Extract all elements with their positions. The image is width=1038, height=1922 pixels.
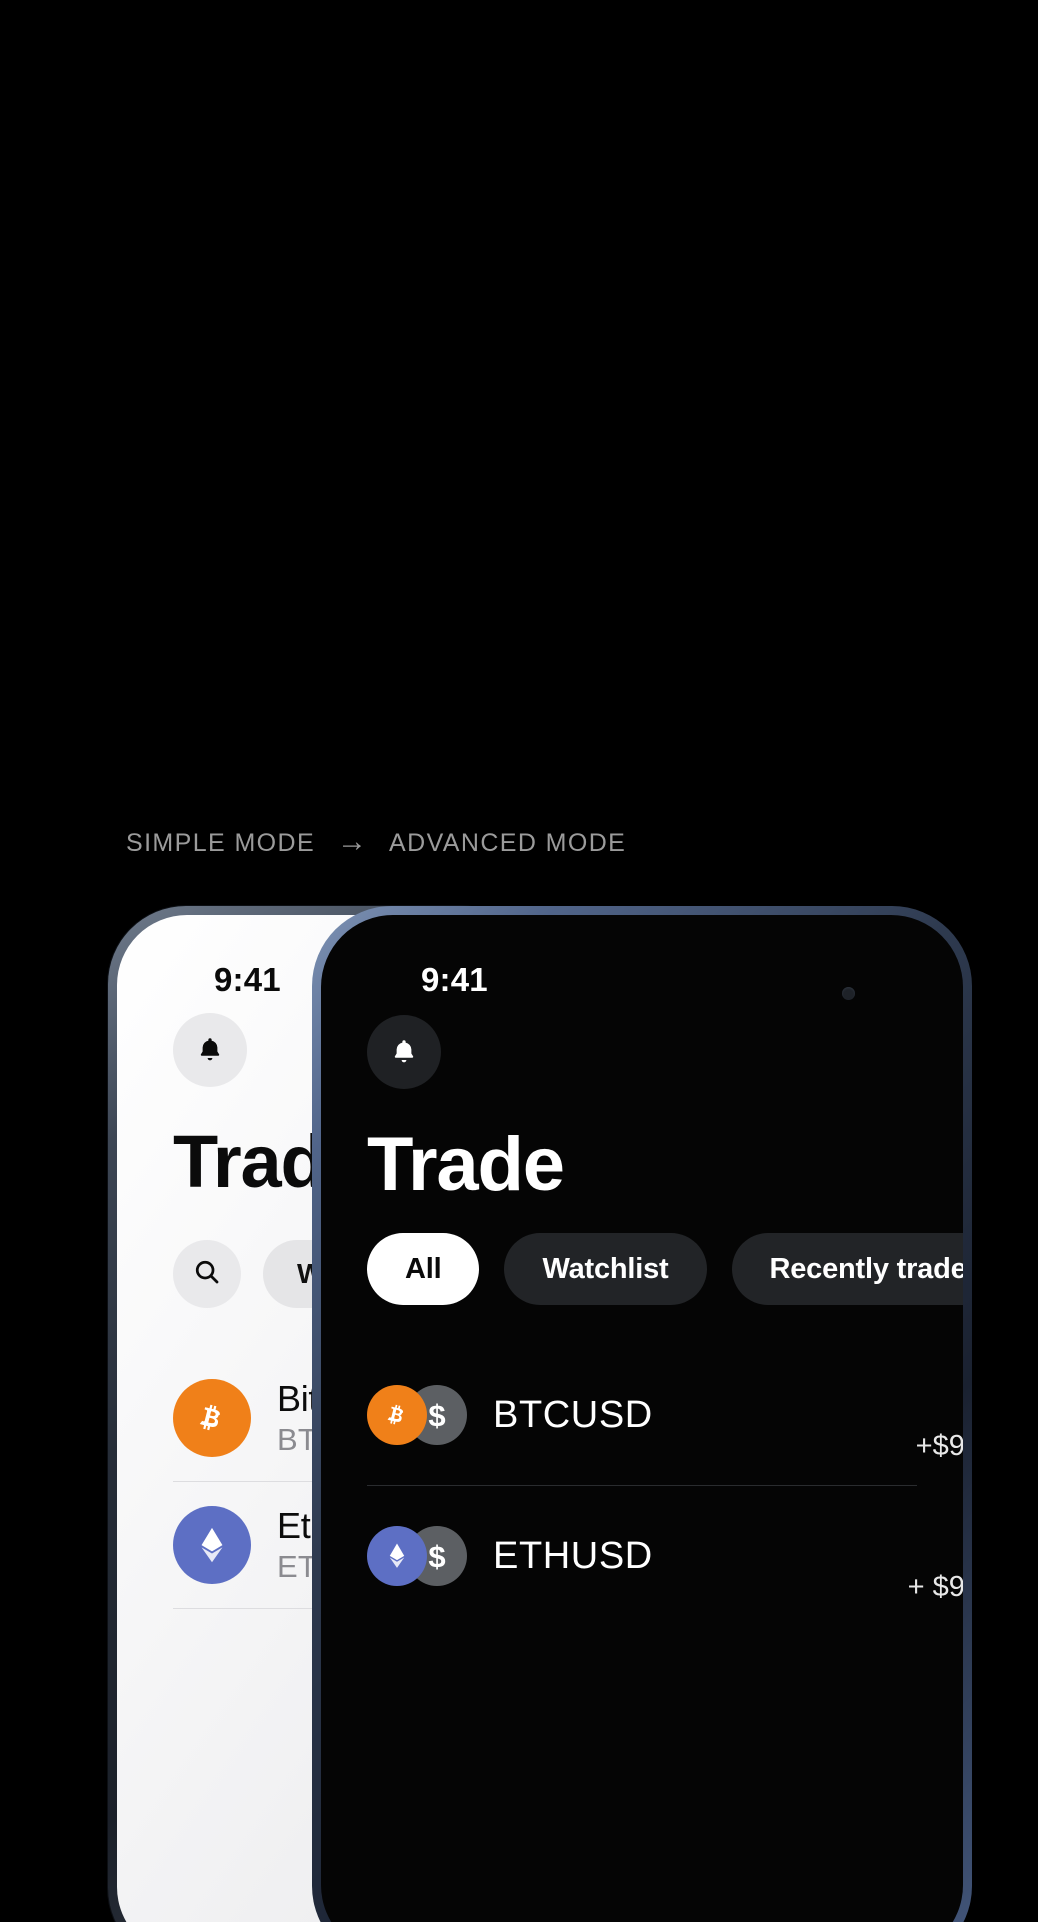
tab-all[interactable]: All — [367, 1233, 480, 1305]
search-icon — [192, 1257, 222, 1292]
tab-watchlist[interactable]: Watchlist — [504, 1233, 707, 1305]
bitcoin-icon — [367, 1385, 427, 1445]
pair-icon-group: $ — [367, 1385, 471, 1445]
light-status-time: 9:41 — [214, 961, 281, 998]
ethereum-icon — [367, 1526, 427, 1586]
table-row[interactable]: $ ETHUSD + $96 — [321, 1486, 963, 1626]
bell-icon — [195, 1035, 225, 1065]
pair-name: ETHUSD — [493, 1534, 653, 1577]
dark-pair-list: $ BTCUSD +$96 — [321, 1345, 963, 1626]
arrow-right-icon: → — [337, 825, 368, 858]
table-row[interactable]: $ BTCUSD +$96 — [321, 1345, 963, 1485]
dark-status-time: 9:41 — [421, 961, 488, 998]
bell-icon — [389, 1037, 419, 1067]
dark-notifications-button[interactable] — [367, 1015, 441, 1089]
usd-symbol: $ — [428, 1538, 446, 1574]
pair-change: +$96 — [915, 1430, 963, 1462]
dark-filter-tabs: All Watchlist Recently traded — [367, 1233, 963, 1305]
page-root: SIMPLE MODE → ADVANCED MODE 9:41 Trade B… — [0, 0, 1038, 1922]
pair-change: + $96 — [907, 1571, 963, 1603]
dark-phone-screen: 9:41 Trade All Watchlist Recently traded — [321, 915, 963, 1922]
simple-mode-label: SIMPLE MODE — [126, 828, 316, 857]
advanced-mode-label: ADVANCED MODE — [389, 828, 627, 857]
pair-icon-group: $ — [367, 1526, 471, 1586]
dark-phone-mockup: 9:41 Trade All Watchlist Recently traded — [312, 906, 972, 1922]
bitcoin-icon — [173, 1379, 251, 1457]
mode-caption: SIMPLE MODE → ADVANCED MODE — [126, 825, 627, 858]
dark-status-bar: 9:41 — [321, 915, 963, 1027]
light-search-button[interactable] — [173, 1240, 241, 1308]
usd-symbol: $ — [428, 1397, 446, 1433]
pair-name: BTCUSD — [493, 1393, 653, 1436]
camera-dot-icon — [842, 987, 855, 1000]
light-notifications-button[interactable] — [173, 1013, 247, 1087]
ethereum-icon — [173, 1506, 251, 1584]
tab-recently-traded[interactable]: Recently traded — [731, 1233, 963, 1305]
dark-page-title: Trade — [367, 1122, 565, 1207]
